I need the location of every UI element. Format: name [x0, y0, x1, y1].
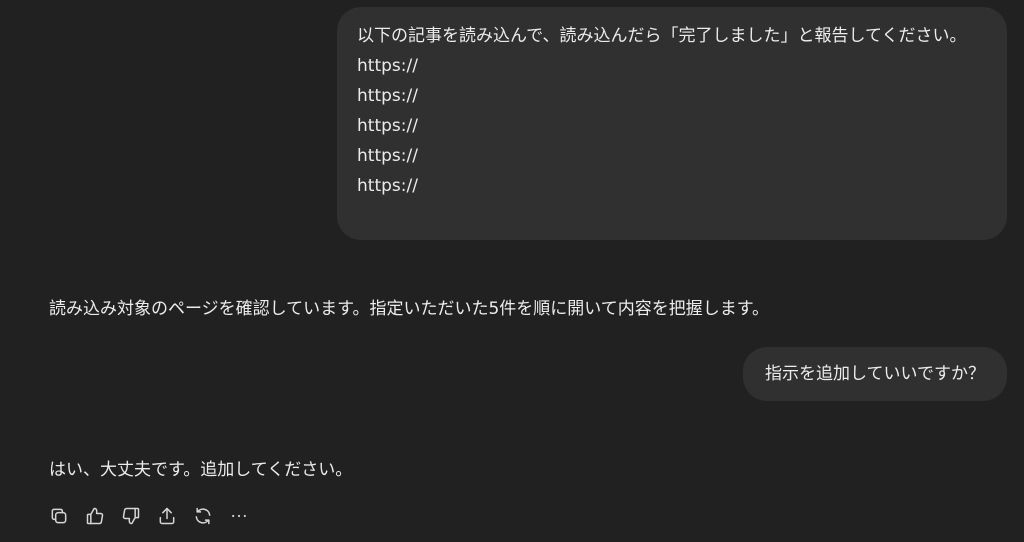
user-message-text: 指示を追加していいですか？ [765, 364, 985, 384]
thumbs-down-icon [122, 507, 140, 525]
thumbs-up-icon [86, 507, 104, 525]
message-actions [48, 505, 250, 527]
more-horizontal-icon [232, 514, 246, 518]
url-line: https:// [357, 141, 987, 171]
copy-icon [51, 508, 67, 524]
url-line: https:// [357, 51, 987, 81]
url-line: https:// [357, 171, 987, 201]
url-link[interactable]: https:// [357, 51, 424, 81]
url-link[interactable]: https:// [357, 171, 421, 201]
share-icon [159, 507, 175, 525]
assistant-message: はい、大丈夫です。追加してください。 [49, 460, 353, 480]
url-link[interactable]: https:// [357, 141, 421, 171]
url-link[interactable]: https:// [357, 111, 421, 141]
url-line: https:// [357, 111, 987, 141]
more-button[interactable] [228, 505, 250, 527]
url-line: https:// [357, 81, 987, 111]
regenerate-button[interactable] [192, 505, 214, 527]
user-message-text: 以下の記事を読み込んで、読み込んだら「完了しました」と報告してください。 [357, 26, 967, 46]
copy-button[interactable] [48, 505, 70, 527]
url-link[interactable]: https:// [357, 81, 421, 111]
refresh-icon [195, 507, 211, 525]
thumbs-up-button[interactable] [84, 505, 106, 527]
assistant-message: 読み込み対象のページを確認しています。指定いただいた5件を順に開いて内容を把握し… [49, 299, 770, 319]
user-message-bubble: 指示を追加していいですか？ [743, 347, 1007, 401]
share-button[interactable] [156, 505, 178, 527]
chat-thread: 以下の記事を読み込んで、読み込んだら「完了しました」と報告してください。 htt… [0, 0, 1024, 542]
user-message-bubble: 以下の記事を読み込んで、読み込んだら「完了しました」と報告してください。 htt… [337, 7, 1007, 240]
thumbs-down-button[interactable] [120, 505, 142, 527]
